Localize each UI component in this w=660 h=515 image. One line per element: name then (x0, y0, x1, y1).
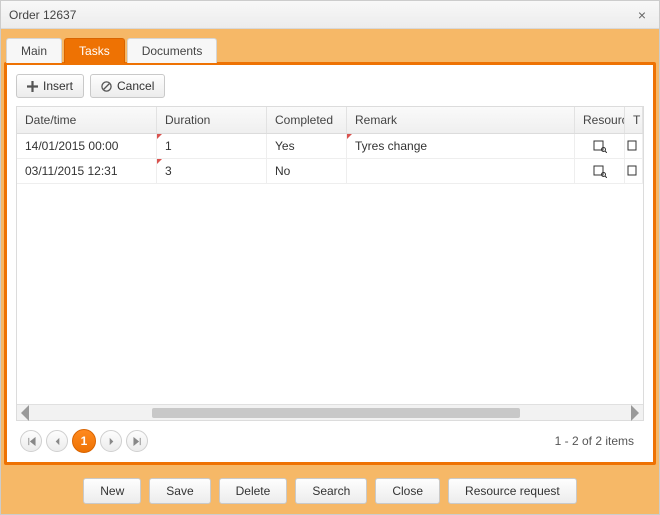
resources-lookup-icon[interactable] (592, 164, 608, 178)
scroll-left-icon[interactable] (17, 406, 33, 420)
tab-documents[interactable]: Documents (127, 38, 218, 63)
cell-remark[interactable] (347, 159, 575, 183)
cell-tail (625, 134, 643, 158)
cell-remark[interactable]: Tyres change (347, 134, 575, 158)
col-remark[interactable]: Remark (347, 107, 575, 133)
resources-lookup-icon[interactable] (592, 139, 608, 153)
resource-request-button[interactable]: Resource request (448, 478, 577, 504)
cell-completed[interactable]: Yes (267, 134, 347, 158)
cell-datetime[interactable]: 03/11/2015 12:31 (17, 159, 157, 183)
new-button[interactable]: New (83, 478, 141, 504)
grid-toolbar: Insert Cancel (16, 74, 644, 98)
col-completed[interactable]: Completed (267, 107, 347, 133)
col-duration[interactable]: Duration (157, 107, 267, 133)
tab-main[interactable]: Main (6, 38, 62, 63)
col-tail[interactable]: T (625, 107, 643, 133)
titlebar: Order 12637 × (1, 1, 659, 29)
grid-header: Date/time Duration Completed Remark Reso… (17, 107, 643, 134)
insert-button-label: Insert (43, 79, 73, 93)
content-frame: Main Tasks Documents Insert Cancel Date/… (1, 29, 659, 514)
tabstrip: Main Tasks Documents (1, 29, 659, 62)
tasks-grid: Date/time Duration Completed Remark Reso… (16, 106, 644, 421)
order-window: Order 12637 × Main Tasks Documents Inser… (0, 0, 660, 515)
cancel-button[interactable]: Cancel (90, 74, 165, 98)
cell-completed[interactable]: No (267, 159, 347, 183)
scroll-thumb[interactable] (152, 408, 520, 418)
scroll-right-icon[interactable] (627, 406, 643, 420)
cell-resources (575, 134, 625, 158)
close-icon[interactable]: × (633, 6, 651, 24)
pager-page-1[interactable]: 1 (72, 429, 96, 453)
pager-last-button[interactable] (126, 430, 148, 452)
search-button[interactable]: Search (295, 478, 367, 504)
insert-button[interactable]: Insert (16, 74, 84, 98)
cell-tail (625, 159, 643, 183)
tail-lookup-icon[interactable] (627, 164, 641, 178)
pager-first-button[interactable] (20, 430, 42, 452)
delete-button[interactable]: Delete (219, 478, 288, 504)
cell-resources (575, 159, 625, 183)
save-button[interactable]: Save (149, 478, 210, 504)
grid-body: 14/01/2015 00:00 1 Yes Tyres change (17, 134, 643, 404)
table-row[interactable]: 14/01/2015 00:00 1 Yes Tyres change (17, 134, 643, 159)
footer-buttons: New Save Delete Search Close Resource re… (1, 468, 659, 514)
cell-duration[interactable]: 3 (157, 159, 267, 183)
cell-datetime[interactable]: 14/01/2015 00:00 (17, 134, 157, 158)
cell-duration[interactable]: 1 (157, 134, 267, 158)
window-title: Order 12637 (9, 8, 633, 22)
table-row[interactable]: 03/11/2015 12:31 3 No (17, 159, 643, 184)
pager-next-button[interactable] (100, 430, 122, 452)
col-datetime[interactable]: Date/time (17, 107, 157, 133)
tail-lookup-icon[interactable] (627, 139, 641, 153)
tasks-panel: Insert Cancel Date/time Duration Complet… (4, 62, 656, 465)
col-resources[interactable]: Resources (575, 107, 625, 133)
tab-tasks[interactable]: Tasks (64, 38, 125, 63)
scroll-track[interactable] (33, 407, 627, 419)
pager: 1 1 - 2 of 2 items (16, 421, 644, 453)
close-button[interactable]: Close (375, 478, 440, 504)
pager-info: 1 - 2 of 2 items (555, 434, 640, 448)
cancel-icon (101, 81, 112, 92)
pager-prev-button[interactable] (46, 430, 68, 452)
cancel-button-label: Cancel (117, 79, 154, 93)
plus-icon (27, 81, 38, 92)
horizontal-scrollbar[interactable] (17, 404, 643, 420)
